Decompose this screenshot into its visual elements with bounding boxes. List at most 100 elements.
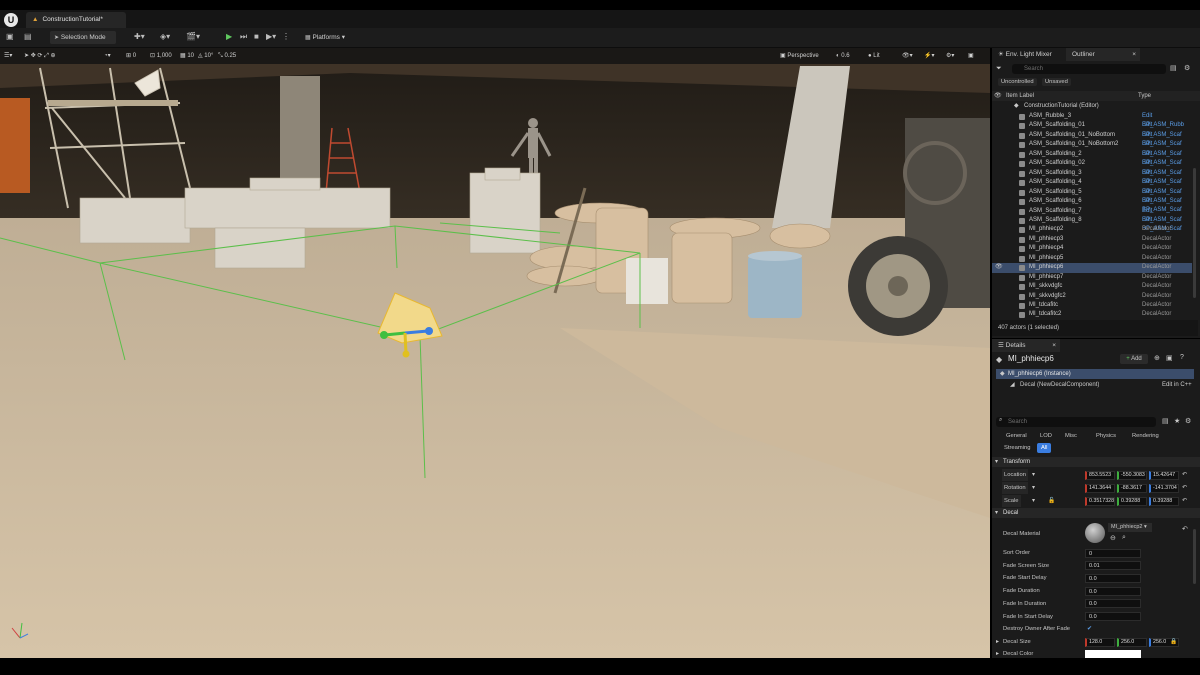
- blueprint-icon[interactable]: ◈▾: [160, 32, 170, 41]
- details-scrollbar[interactable]: [1193, 529, 1196, 584]
- rotation-z[interactable]: -141.3704: [1149, 483, 1179, 493]
- step-icon[interactable]: ⏭: [240, 32, 247, 42]
- editor-icon[interactable]: ▣: [1166, 354, 1173, 362]
- viewport-settings-icon[interactable]: ⚙▾: [946, 48, 954, 64]
- more-options-icon[interactable]: ⋮: [282, 32, 290, 41]
- use-selected-icon[interactable]: ⊖: [1110, 534, 1116, 542]
- material-thumbnail[interactable]: [1085, 523, 1105, 543]
- reset-icon[interactable]: ↶: [1182, 525, 1188, 533]
- decal-material-dropdown[interactable]: MI_phhiecp2 ▾: [1108, 523, 1152, 532]
- decal-color-swatch[interactable]: [1085, 650, 1141, 658]
- outliner-row[interactable]: MI_phhiecp5 DecalActor: [992, 254, 1192, 263]
- property-value-field[interactable]: 0.0: [1085, 586, 1141, 596]
- filter-misc[interactable]: Misc: [1061, 431, 1081, 441]
- snap-surface-icon[interactable]: ◔▾: [104, 48, 111, 64]
- filter-rendering[interactable]: Rendering: [1128, 431, 1163, 441]
- document-tab[interactable]: ▲ ConstructionTutorial*: [26, 12, 126, 28]
- rotation-label[interactable]: Rotation: [1002, 482, 1028, 494]
- outliner-row[interactable]: MI_phhiecp3 DecalActor: [992, 235, 1192, 244]
- close-icon[interactable]: ×: [1132, 48, 1136, 61]
- visibility-icon[interactable]: 👁: [995, 263, 1003, 272]
- outliner-search-input[interactable]: Search: [1012, 64, 1166, 74]
- scale-label[interactable]: Scale: [1002, 495, 1021, 507]
- reset-icon[interactable]: ↶: [1182, 495, 1187, 507]
- location-x[interactable]: 853.5523: [1085, 470, 1115, 480]
- outliner-row[interactable]: MI_phhiecp7 DecalActor: [992, 273, 1192, 282]
- component-instance-row[interactable]: ◆ MI_phhiecp6 (Instance): [996, 369, 1194, 379]
- scale-y[interactable]: 0.39288: [1117, 496, 1147, 506]
- save-icon[interactable]: ▣: [6, 32, 14, 41]
- filter-physics[interactable]: Physics: [1092, 431, 1120, 441]
- property-value-field[interactable]: 0.0: [1085, 612, 1141, 621]
- rotation-y[interactable]: -88.3617: [1117, 483, 1147, 493]
- close-icon[interactable]: ×: [1052, 339, 1056, 352]
- component-decal-row[interactable]: ◢ Decal (NewDecalComponent) Edit in C++: [996, 380, 1194, 390]
- filter-lod[interactable]: LOD: [1036, 431, 1056, 441]
- location-z[interactable]: 15.42647: [1149, 470, 1179, 480]
- property-value-field[interactable]: 0.0: [1085, 599, 1141, 609]
- filter-icon[interactable]: ⏷: [996, 65, 1010, 74]
- level-viewport[interactable]: ☰▾ ➤ ✥ ⟳ ⤢ ⊕ ◔▾ ⊞ 0 ⊡ 1,000 ▦ 10 ◬ 10° ⤡…: [0, 48, 990, 658]
- edit-cpp-link[interactable]: Edit in C++: [1162, 380, 1192, 390]
- outliner-row[interactable]: 👁 MI_phhiecp6 DecalActor: [992, 263, 1192, 273]
- outliner-row[interactable]: MI_skkvdgfc DecalActor: [992, 282, 1192, 291]
- transform-tools-icon[interactable]: ➤ ✥ ⟳ ⤢ ⊕: [24, 48, 56, 64]
- lit-dropdown[interactable]: ● Lit: [868, 48, 880, 64]
- browse-icon[interactable]: ⌕: [1122, 534, 1126, 542]
- filter-unsaved[interactable]: Unsaved: [1042, 78, 1071, 86]
- outliner-row[interactable]: ASM_Scaffolding_02 Edit BP_ASM_Scaf: [992, 159, 1192, 176]
- outliner-row[interactable]: MI_skkvdgfc2 DecalActor: [992, 292, 1192, 301]
- settings-icon[interactable]: ⚙: [1184, 64, 1190, 72]
- outliner-row[interactable]: ASM_Scaffolding_7 Edit BP_ASM_Scaf: [992, 207, 1192, 223]
- favorites-icon[interactable]: ★: [1174, 417, 1180, 425]
- outliner-row[interactable]: ASM_Scaffolding_01_NoBottom Edit BP_ASM_S…: [992, 131, 1192, 147]
- filter-uncontrolled[interactable]: Uncontrolled: [998, 78, 1037, 86]
- viewport-menu-icon[interactable]: ☰▾: [4, 48, 12, 64]
- outliner-row[interactable]: ASM_Scaffolding_5 Edit BP_ASM_Scaf: [992, 188, 1192, 204]
- scale-snap[interactable]: ⤡ 0.25: [218, 48, 236, 64]
- chevron-right-icon[interactable]: ▸: [996, 636, 999, 648]
- property-value-field[interactable]: 0.01: [1085, 561, 1141, 571]
- tab-details[interactable]: ☰ Details ×: [992, 339, 1060, 352]
- blueprint-add-icon[interactable]: ⊕: [1154, 354, 1160, 362]
- col-type[interactable]: Type: [1138, 91, 1151, 101]
- grid-snap[interactable]: ▦ 10: [180, 48, 194, 64]
- outliner-row[interactable]: ASM_Scaffolding_3 Edit BP_ASM_Scaf: [992, 169, 1192, 185]
- angle-snap[interactable]: ◬ 10°: [198, 48, 213, 64]
- decal-size-x[interactable]: 128.0: [1085, 637, 1115, 647]
- filter-general[interactable]: General: [1002, 431, 1031, 441]
- outliner-row[interactable]: ASM_Rubble_3 Edit BP_ASM_Rubb: [992, 112, 1192, 128]
- rotation-x[interactable]: 141.3644: [1085, 483, 1115, 493]
- outliner-row[interactable]: ASM_Scaffolding_6 Edit BP_ASM_Scaf: [992, 197, 1192, 213]
- outliner-row[interactable]: MI_phhiecp2 DecalActor: [992, 225, 1192, 234]
- outliner-root[interactable]: ◆ ConstructionTutorial (Editor): [992, 102, 1192, 111]
- checkbox[interactable]: ✔: [1087, 623, 1092, 635]
- zero-toggle[interactable]: ⊞ 0: [126, 48, 136, 64]
- outliner-scrollbar[interactable]: [1193, 168, 1196, 298]
- scale-x[interactable]: 0.3517328: [1085, 496, 1115, 506]
- platforms-dropdown[interactable]: ▦ Platforms ▾: [303, 31, 351, 44]
- add-folder-icon[interactable]: ▤: [1170, 64, 1177, 72]
- reset-icon[interactable]: ↶: [1182, 469, 1187, 481]
- property-value-field[interactable]: 0.0: [1085, 573, 1141, 583]
- show-flags-icon[interactable]: 👁▾: [902, 48, 913, 64]
- reset-icon[interactable]: ↶: [1182, 482, 1187, 494]
- perspective-dropdown[interactable]: ▣ Perspective: [780, 48, 819, 64]
- add-actor-icon[interactable]: ✚▾: [134, 32, 145, 41]
- details-settings-icon[interactable]: ⚙: [1185, 417, 1191, 425]
- launch-icon[interactable]: ▶▾: [266, 32, 276, 41]
- lock-icon[interactable]: 🔓: [1048, 495, 1055, 507]
- col-item-label[interactable]: Item Label: [1006, 91, 1034, 101]
- decal-section-header[interactable]: ▾ Decal: [992, 508, 1200, 518]
- realtime-icon[interactable]: ⚡▾: [924, 48, 934, 64]
- transform-section-header[interactable]: ▾ Transform: [992, 457, 1200, 467]
- content-browser-icon[interactable]: ▤: [24, 32, 32, 41]
- outliner-row[interactable]: ASM_Scaffolding_01_NoBottom2 Edit BP_ASM_…: [992, 140, 1192, 157]
- outliner-row[interactable]: MI_tdcafitc DecalActor: [992, 301, 1192, 310]
- property-matrix-icon[interactable]: ▤: [1162, 417, 1169, 425]
- outliner-row[interactable]: ASM_Scaffolding_2 Edit BP_ASM_Scaf: [992, 150, 1192, 166]
- help-icon[interactable]: ?: [1180, 354, 1184, 361]
- maximize-icon[interactable]: ▣: [968, 48, 974, 64]
- outliner-row[interactable]: ASM_Scaffolding_8 Edit BP_ASM_Scaf: [992, 216, 1192, 232]
- camera-speed[interactable]: ⊡ 1,000: [150, 48, 172, 64]
